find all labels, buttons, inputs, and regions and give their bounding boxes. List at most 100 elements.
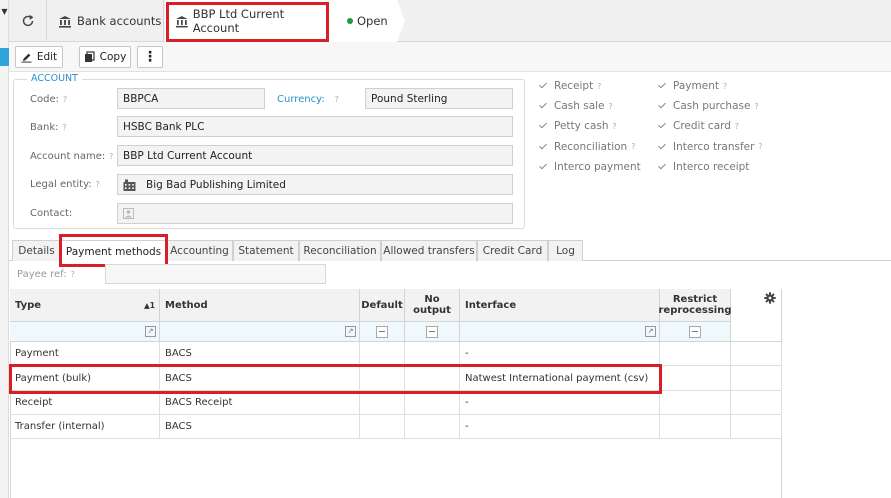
- help-icon[interactable]: ?: [63, 95, 67, 104]
- tristate-filter-icon[interactable]: [376, 326, 388, 338]
- help-icon[interactable]: ?: [96, 180, 100, 189]
- help-icon[interactable]: ?: [63, 123, 67, 132]
- filter-default[interactable]: [360, 322, 405, 342]
- flag-credit-card[interactable]: Credit card?: [658, 116, 778, 136]
- edit-button[interactable]: Edit: [15, 46, 63, 68]
- flag-receipt[interactable]: Receipt?: [539, 76, 659, 96]
- filter-type[interactable]: ↗: [10, 322, 160, 342]
- filter-method[interactable]: ↗: [160, 322, 360, 342]
- left-panel-strip: [0, 0, 9, 498]
- grid-settings-button[interactable]: [731, 289, 782, 322]
- currency-label[interactable]: Currency:?: [277, 94, 339, 105]
- sort-ascending-icon[interactable]: ▲1: [144, 301, 155, 310]
- tab-allowed-transfers[interactable]: Allowed transfers: [381, 240, 477, 261]
- column-header-default[interactable]: Default: [360, 289, 405, 322]
- checkmark-icon: [539, 81, 549, 91]
- cell-default: [360, 415, 405, 439]
- cell-method: BACS Receipt: [160, 391, 360, 415]
- cell-spacer: [731, 366, 782, 391]
- flag-interco-receipt[interactable]: Interco receipt: [658, 157, 778, 177]
- breadcrumb-bank-accounts[interactable]: Bank accounts: [47, 0, 164, 42]
- checkmark-icon: [539, 121, 549, 131]
- cell-type: Transfer (internal): [10, 415, 160, 439]
- copy-button[interactable]: Copy: [79, 46, 131, 68]
- column-header-type[interactable]: Type ▲1: [10, 289, 160, 322]
- cell-spacer: [731, 391, 782, 415]
- cell-restrict: [660, 415, 731, 439]
- filter-popout-icon[interactable]: ↗: [345, 326, 356, 337]
- refresh-button[interactable]: [9, 0, 47, 42]
- column-header-interface[interactable]: Interface: [460, 289, 660, 322]
- legal-entity-value: Big Bad Publishing Limited: [146, 178, 286, 191]
- gear-icon: [764, 292, 776, 304]
- checkmark-icon: [539, 162, 549, 172]
- status-badge: Open: [331, 0, 397, 42]
- filter-popout-icon[interactable]: ↗: [645, 326, 656, 337]
- cell-method: BACS: [160, 342, 360, 366]
- account-name-field[interactable]: BBP Ltd Current Account: [117, 145, 513, 166]
- flag-payment[interactable]: Payment?: [658, 76, 778, 96]
- table-row[interactable]: Payment BACS -: [10, 342, 782, 366]
- help-icon[interactable]: ?: [109, 152, 113, 161]
- highlight-account-breadcrumb: [166, 2, 329, 42]
- cell-interface: -: [460, 342, 660, 366]
- cell-method: BACS: [160, 415, 360, 439]
- cell-no-output: [405, 342, 460, 366]
- column-header-restrict-reprocessing[interactable]: Restrict reprocessing: [659, 289, 732, 322]
- flag-interco-transfer[interactable]: Interco transfer?: [658, 136, 778, 157]
- edit-button-label: Edit: [36, 51, 58, 63]
- flag-petty-cash[interactable]: Petty cash?: [539, 116, 659, 136]
- breadcrumb-arrow: [397, 0, 405, 42]
- caret-down-icon[interactable]: ▼: [0, 7, 9, 16]
- cell-no-output: [405, 415, 460, 439]
- status-dot-icon: [347, 18, 353, 24]
- filter-restrict[interactable]: [660, 322, 731, 342]
- refresh-icon: [22, 15, 33, 27]
- cell-default: [360, 342, 405, 366]
- left-panel-selection[interactable]: [0, 48, 9, 66]
- checkmark-icon: [658, 81, 668, 91]
- checkmark-icon: [658, 162, 668, 172]
- flag-cash-sale[interactable]: Cash sale?: [539, 96, 659, 116]
- contact-field[interactable]: [117, 203, 513, 224]
- filter-interface[interactable]: ↗: [460, 322, 660, 342]
- tab-credit-card[interactable]: Credit Card: [477, 240, 548, 261]
- bank-field[interactable]: HSBC Bank PLC: [117, 116, 513, 137]
- cell-spacer: [731, 415, 782, 439]
- code-field[interactable]: BBPCA: [117, 88, 265, 109]
- tab-reconciliation[interactable]: Reconciliation: [299, 240, 381, 261]
- flag-cash-purchase[interactable]: Cash purchase?: [658, 96, 778, 116]
- currency-field[interactable]: Pound Sterling: [365, 88, 513, 109]
- cell-type: Receipt: [10, 391, 160, 415]
- bank-label: Bank:?: [30, 122, 67, 133]
- user-icon: [123, 208, 134, 219]
- filter-no-output[interactable]: [405, 322, 460, 342]
- tristate-filter-icon[interactable]: [689, 326, 701, 338]
- flags-left-column: Receipt? Cash sale? Petty cash? Reconcil…: [539, 76, 659, 177]
- filter-spacer: [731, 322, 782, 342]
- table-row[interactable]: Receipt BACS Receipt -: [10, 391, 782, 415]
- filter-popout-icon[interactable]: ↗: [145, 326, 156, 337]
- more-actions-button[interactable]: ⋮: [137, 46, 163, 68]
- cell-default: [360, 391, 405, 415]
- tristate-filter-icon[interactable]: [426, 326, 438, 338]
- tab-statement[interactable]: Statement: [233, 240, 299, 261]
- column-header-no-output[interactable]: No output: [405, 289, 460, 322]
- flag-reconciliation[interactable]: Reconciliation?: [539, 136, 659, 157]
- tab-details[interactable]: Details: [12, 240, 61, 261]
- cell-type: Payment: [10, 342, 160, 366]
- legal-entity-field[interactable]: Big Bad Publishing Limited: [117, 174, 513, 195]
- help-icon[interactable]: ?: [335, 95, 339, 104]
- column-header-method[interactable]: Method: [160, 289, 360, 322]
- table-row[interactable]: Transfer (internal) BACS -: [10, 415, 782, 439]
- bank-icon: [59, 15, 71, 28]
- checkmark-icon: [658, 101, 668, 111]
- more-vertical-icon: ⋮: [143, 49, 157, 65]
- payee-ref-field[interactable]: [105, 264, 326, 284]
- code-label: Code:?: [30, 94, 67, 105]
- highlight-payment-methods-tab: [59, 234, 168, 267]
- breadcrumb-bank-accounts-label: Bank accounts: [77, 14, 162, 28]
- tab-accounting[interactable]: Accounting: [166, 240, 233, 261]
- flag-interco-payment[interactable]: Interco payment: [539, 157, 659, 177]
- tab-log[interactable]: Log: [548, 240, 583, 261]
